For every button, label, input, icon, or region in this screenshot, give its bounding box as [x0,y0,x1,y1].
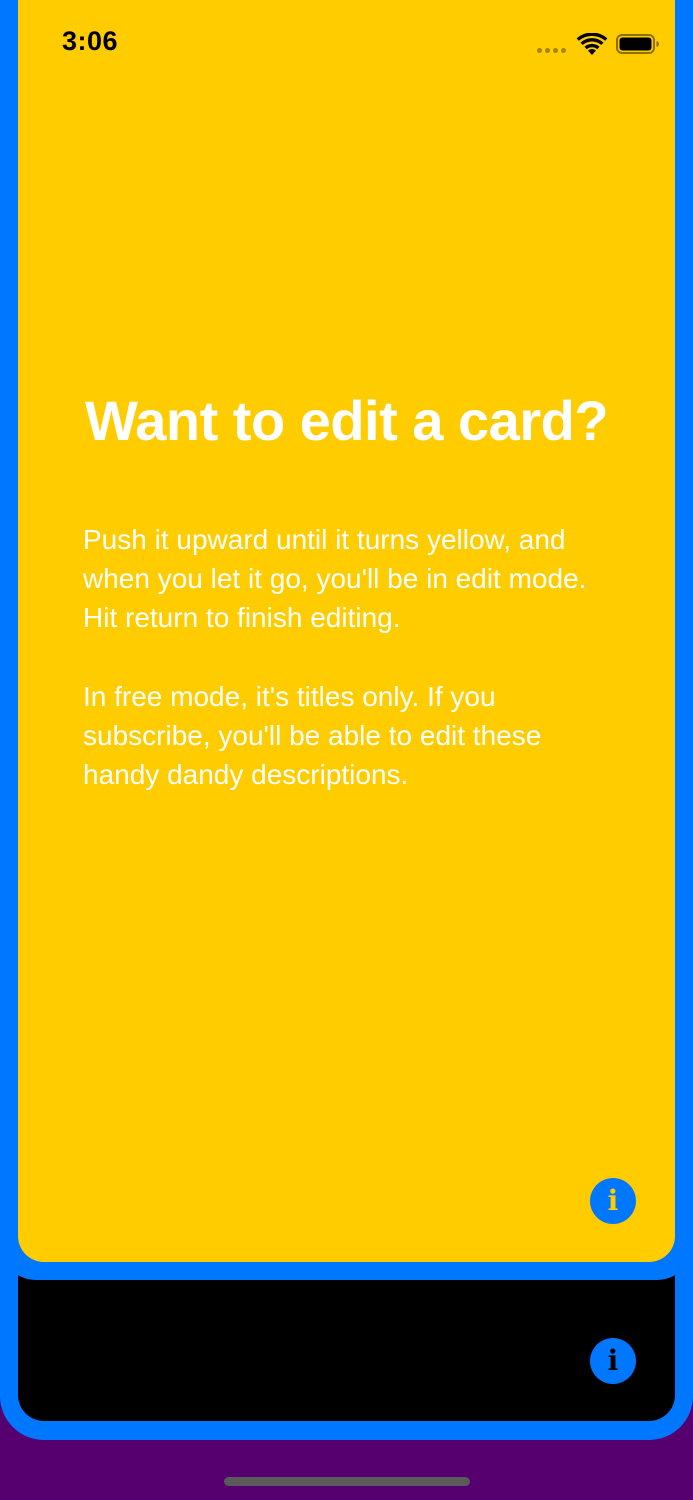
info-icon: i [607,1184,619,1217]
wifi-icon [576,33,608,55]
back-card-info-button[interactable]: i [590,1338,636,1384]
card-title: Want to edit a card? [84,389,609,452]
card-description-paragraph: In free mode, it's titles only. If you s… [83,681,542,790]
info-icon: i [607,1344,619,1377]
battery-icon [616,34,659,54]
front-card-info-button[interactable]: i [590,1178,636,1224]
app-screen: i 3:06 Want to edit a card? Push it upwa… [0,0,693,1500]
home-indicator[interactable] [224,1477,470,1486]
status-bar: 3:06 [0,0,693,90]
status-time: 3:06 [62,26,119,56]
cellular-signal-icon [537,48,566,53]
card-description-paragraph: Push it upward until it turns yellow, an… [83,524,587,633]
